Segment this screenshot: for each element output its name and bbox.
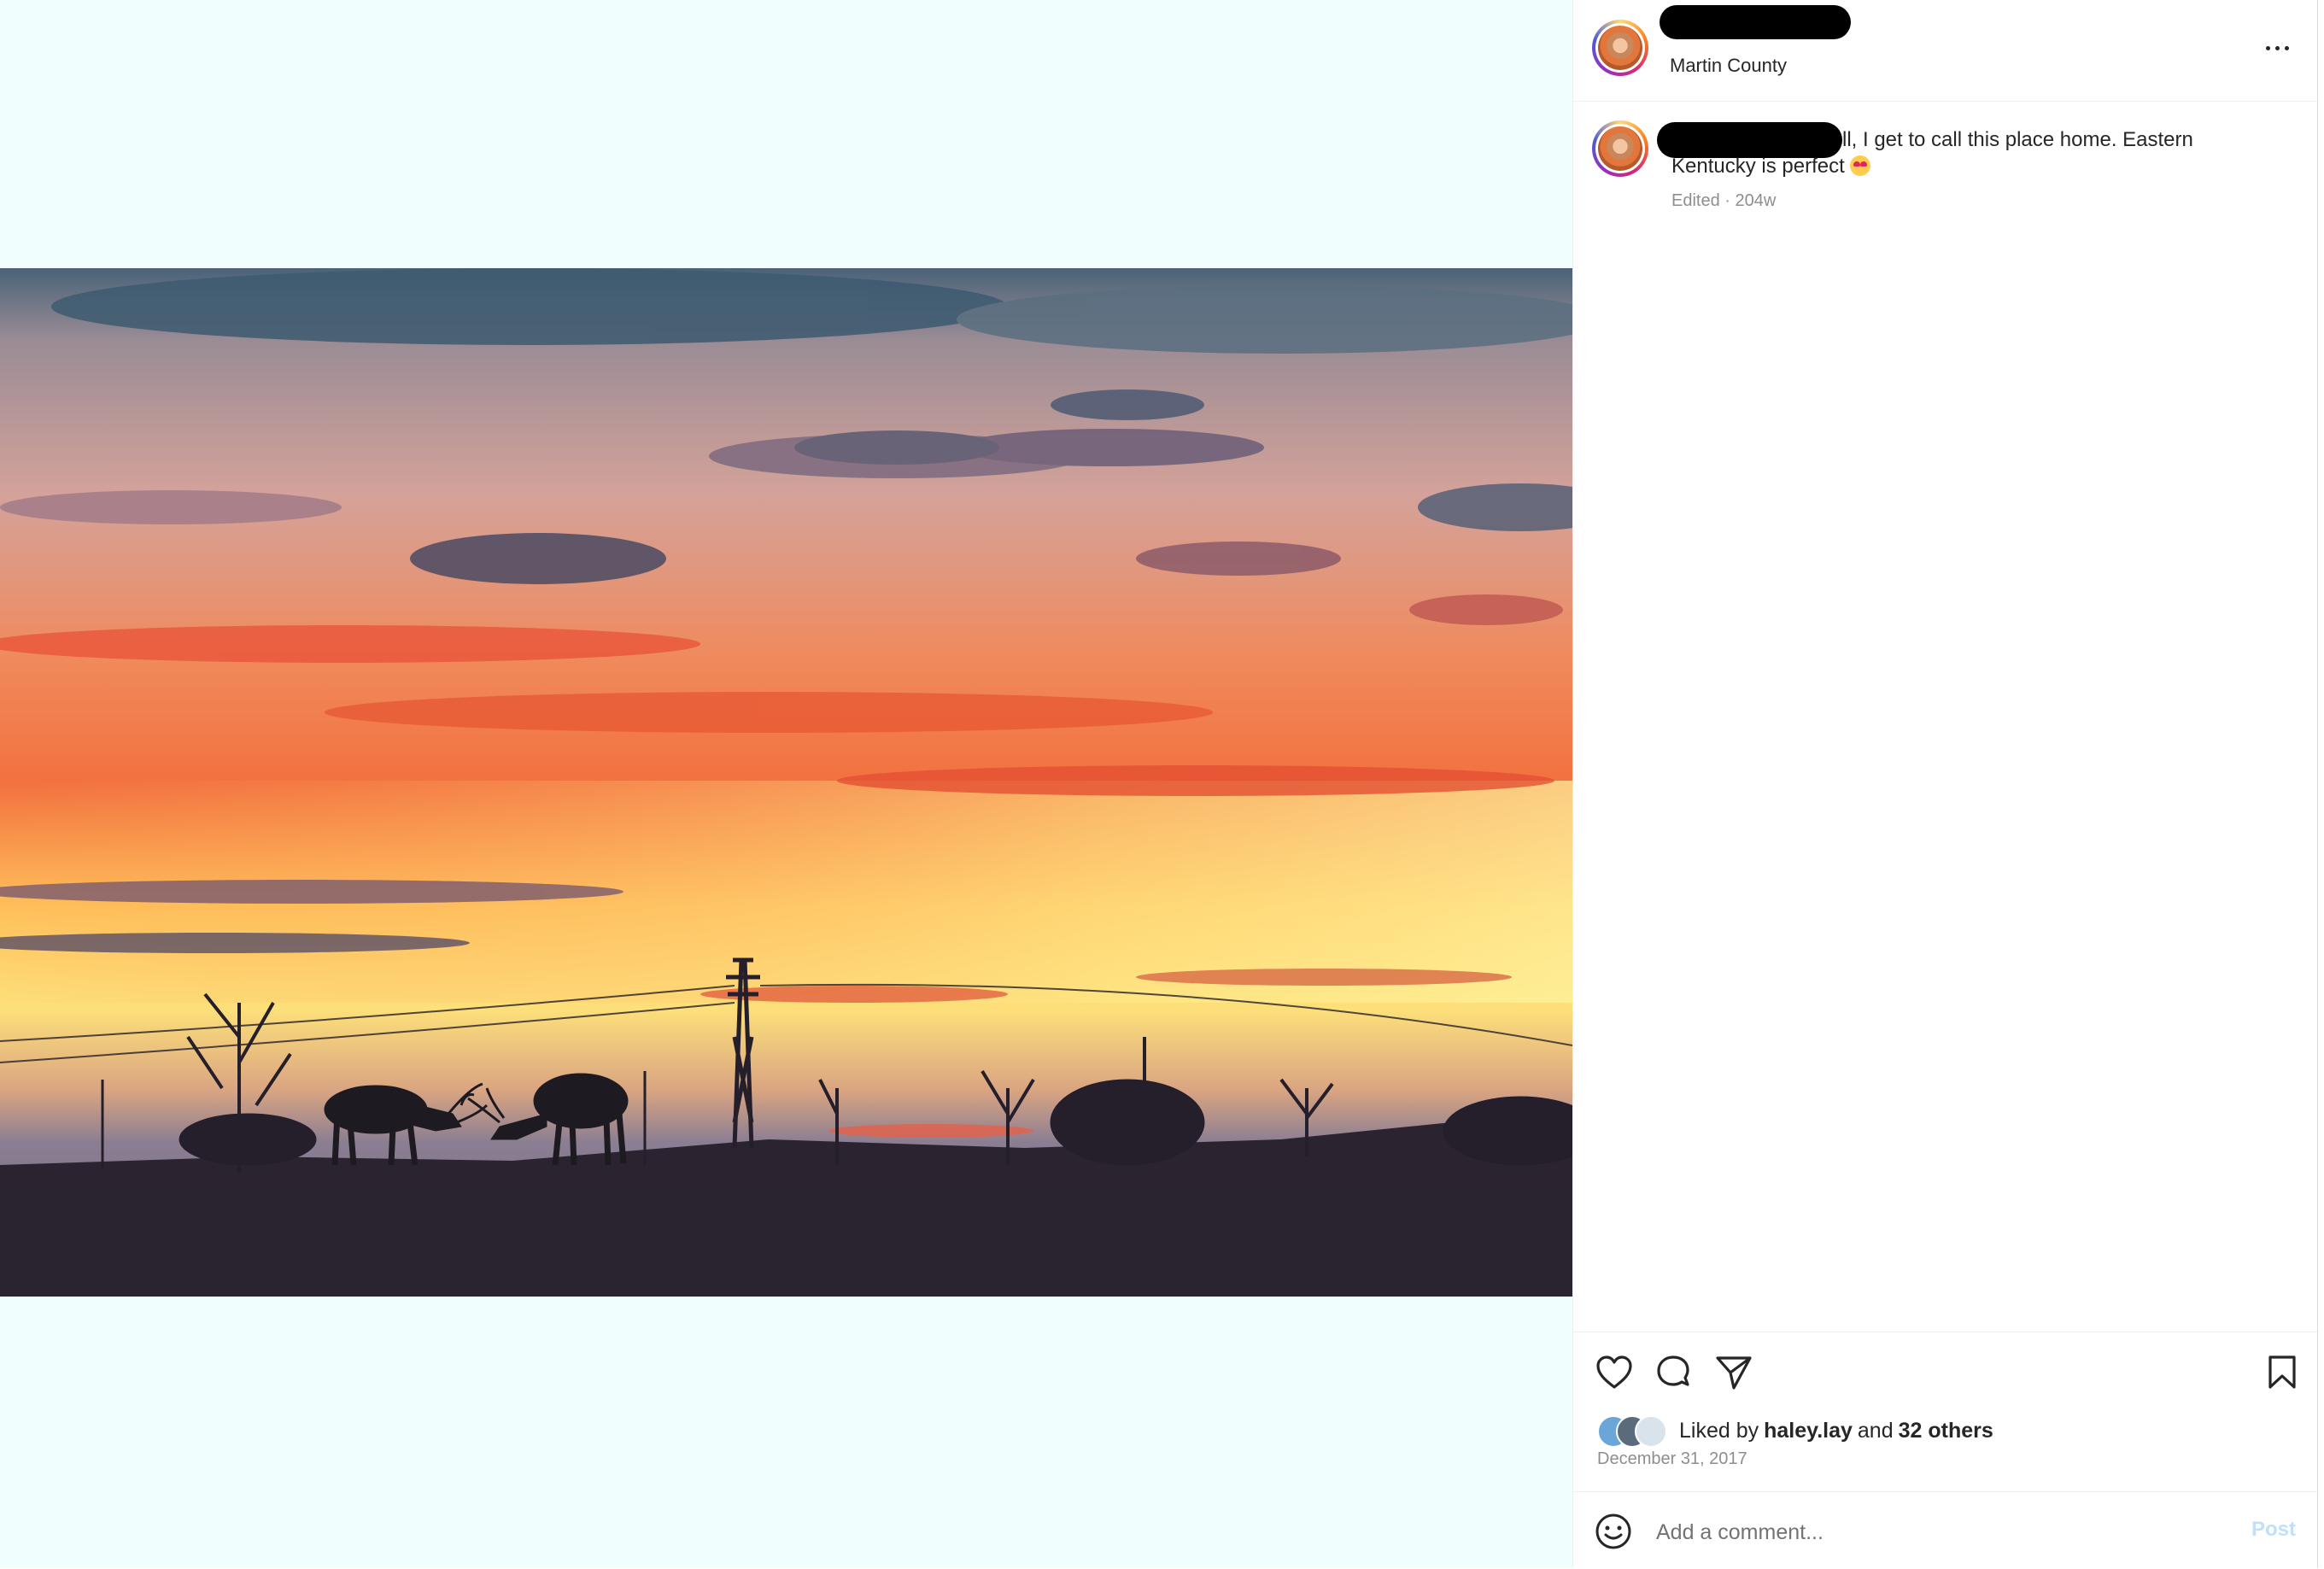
heart-eyes-emoji-icon [1850,155,1871,176]
post-meta: Edited · 204w [1671,191,1777,210]
post-location[interactable]: Martin County [1670,55,1787,77]
liked-prefix: Liked by [1679,1418,1759,1443]
likes-summary: Liked by haley.lay and 32 others [1597,1414,1999,1448]
bookmark-icon[interactable] [2265,1355,2299,1395]
post-date[interactable]: December 31, 2017 [1597,1449,1747,1469]
paper-plane-icon[interactable] [1715,1355,1753,1395]
panel-scrollbar[interactable] [2317,0,2321,1568]
redacted-username [1660,5,1851,39]
comment-bubble-icon[interactable] [1655,1355,1693,1395]
comment-input[interactable] [1654,1516,2187,1549]
caption-author-avatar[interactable] [1592,120,1648,177]
heart-icon[interactable] [1595,1355,1633,1395]
post-photo[interactable] [0,268,1572,1297]
liker-avatars[interactable] [1597,1415,1674,1448]
more-options-button[interactable] [2258,32,2296,63]
smiley-icon[interactable] [1595,1513,1632,1554]
liked-others-link[interactable]: 32 others [1899,1419,1993,1443]
comment-bar: Post [1573,1491,2321,1569]
post-caption: ll, I get to call this place home. Easte… [1671,126,2218,179]
author-avatar[interactable] [1592,20,1648,76]
media-pane [0,0,1572,1568]
more-horizontal-icon [2265,45,2270,50]
liked-and: and [1857,1418,1894,1443]
caption-text: ll, I get to call this place home. Easte… [1671,128,2193,178]
post-details-panel: Martin County ll, I get to call this pla… [1572,0,2321,1568]
post-comment-button[interactable]: Post [2251,1518,2296,1542]
post-header: Martin County [1573,0,2321,102]
sunset-elk-photo [0,268,1572,1297]
liked-user-link[interactable]: haley.lay [1764,1419,1853,1443]
